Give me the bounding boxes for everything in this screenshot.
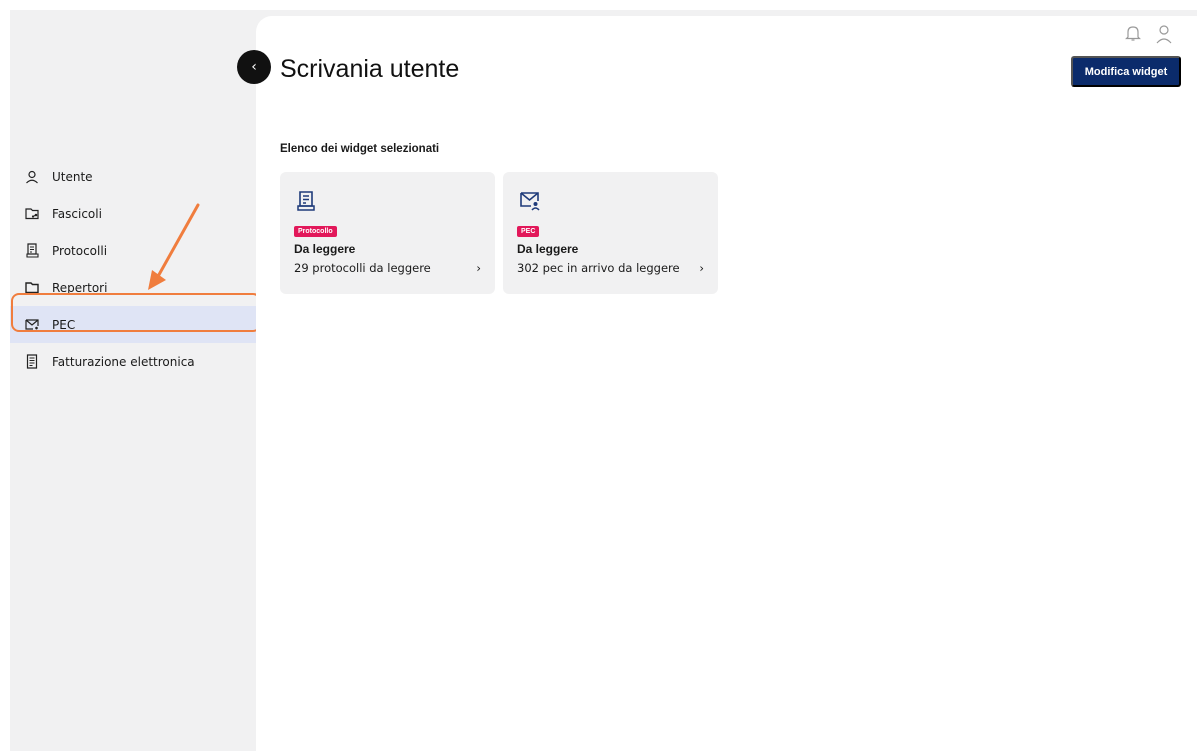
- sidebar-item-label: Protocolli: [52, 243, 108, 258]
- sidebar-item-label: Fascicoli: [52, 206, 102, 221]
- sidebar: Utente Fascicoli Protocolli Repertori PE…: [10, 10, 256, 751]
- header-icons: [1125, 24, 1173, 48]
- sidebar-nav: Utente Fascicoli Protocolli Repertori PE…: [10, 158, 256, 380]
- sidebar-item-label: PEC: [52, 317, 76, 332]
- folder-share-icon: [24, 206, 40, 222]
- user-icon: [24, 169, 40, 185]
- card-title: Da leggere: [294, 242, 356, 256]
- sidebar-item-label: Fatturazione elettronica: [52, 354, 195, 369]
- receipt-icon: [24, 354, 40, 370]
- folder-icon: [24, 280, 40, 296]
- sidebar-item-pec[interactable]: PEC: [10, 306, 256, 343]
- chevron-left-icon: ‹: [251, 59, 257, 75]
- sidebar-item-repertori[interactable]: Repertori: [10, 269, 256, 306]
- card-title: Da leggere: [517, 242, 579, 256]
- chevron-right-icon: ›: [699, 261, 704, 275]
- sidebar-item-label: Utente: [52, 169, 93, 184]
- card-link[interactable]: 29 protocolli da leggere ›: [294, 261, 481, 275]
- edit-widget-button[interactable]: Modifica widget: [1071, 56, 1181, 87]
- annotation-arrow: [148, 203, 200, 290]
- mail-user-icon: [24, 317, 40, 333]
- sidebar-item-protocolli[interactable]: Protocolli: [10, 232, 256, 269]
- section-label: Elenco dei widget selezionati: [280, 143, 440, 155]
- sidebar-item-label: Repertori: [52, 280, 108, 295]
- card-text: 29 protocolli da leggere: [294, 261, 431, 275]
- card-link[interactable]: 302 pec in arrivo da leggere ›: [517, 261, 704, 275]
- category-badge: PEC: [517, 226, 540, 237]
- account-icon[interactable]: [1155, 24, 1173, 48]
- category-badge: Protocollo: [294, 226, 337, 237]
- sidebar-item-fascicoli[interactable]: Fascicoli: [10, 195, 256, 232]
- sidebar-item-fatturazione-elettronica[interactable]: Fatturazione elettronica: [10, 343, 256, 380]
- widget-card-pec[interactable]: PEC Da leggere 302 pec in arrivo da legg…: [503, 172, 718, 294]
- card-text: 302 pec in arrivo da leggere: [517, 261, 680, 275]
- widget-card-protocollo[interactable]: Protocollo Da leggere 29 protocolli da l…: [280, 172, 495, 294]
- document-list-icon: [24, 243, 40, 259]
- document-list-icon: [296, 190, 318, 212]
- page-title: Scrivania utente: [280, 55, 460, 83]
- main-content: [256, 16, 1197, 751]
- collapse-sidebar-button[interactable]: ‹: [237, 50, 271, 84]
- sidebar-item-utente[interactable]: Utente: [10, 158, 256, 195]
- chevron-right-icon: ›: [476, 261, 481, 275]
- mail-user-icon: [519, 190, 541, 212]
- bell-icon[interactable]: [1125, 24, 1141, 48]
